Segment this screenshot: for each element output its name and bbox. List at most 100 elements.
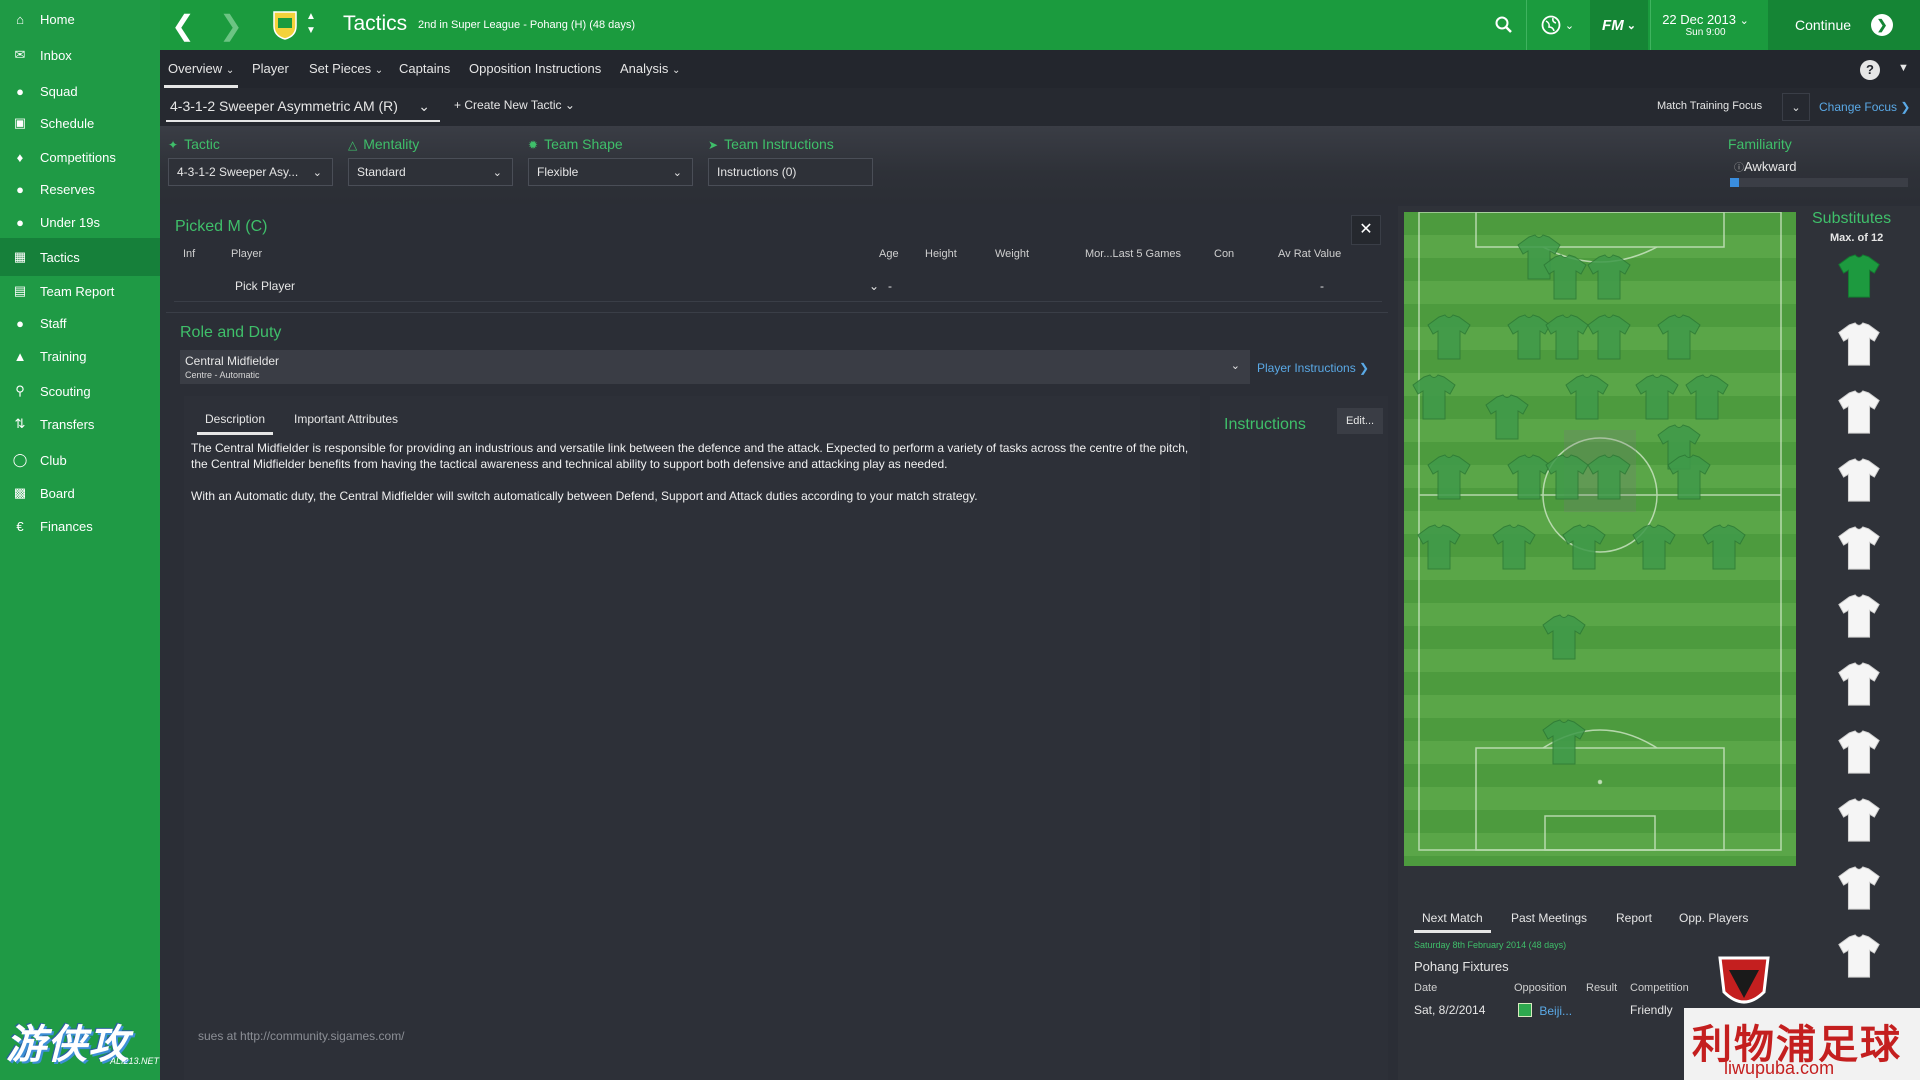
sidebar-item-transfers[interactable]: ⇅ Transfers <box>0 405 160 443</box>
column-header: Competition <box>1630 982 1689 994</box>
formation-position-shirt[interactable] <box>1654 312 1704 362</box>
search-icon[interactable] <box>1482 0 1526 50</box>
page-subtitle: 2nd in Super League - Pohang (H) (48 day… <box>418 19 636 31</box>
substitute-shirt[interactable] <box>1835 456 1883 504</box>
sidebar-item-label: Squad <box>40 83 78 99</box>
create-new-tactic-button[interactable]: + Create New Tactic ⌄ <box>454 98 575 112</box>
player-instructions-link[interactable]: Player Instructions ❯ <box>1257 361 1369 375</box>
formation-position-shirt[interactable] <box>1489 522 1539 572</box>
column-header[interactable]: Con <box>1214 248 1234 260</box>
formation-position-shirt[interactable] <box>1539 612 1589 662</box>
sidebar-item-under-19s[interactable]: ● Under 19s <box>0 203 160 241</box>
column-header[interactable]: Mor...Last 5 Games <box>1085 248 1181 260</box>
formation-position-shirt[interactable] <box>1409 372 1459 422</box>
substitute-shirt[interactable] <box>1835 592 1883 640</box>
team-instructions-button[interactable]: Instructions (0) <box>708 158 873 186</box>
sidebar-item-inbox[interactable]: ✉ Inbox <box>0 36 160 74</box>
help-icon[interactable]: ? <box>1860 60 1880 80</box>
goalkeeper-sub-shirt[interactable] <box>1835 252 1883 300</box>
team-shape-dropdown[interactable]: Flexible ⌄ <box>528 158 693 186</box>
formation-position-shirt[interactable] <box>1539 717 1589 767</box>
tactic-selector[interactable]: 4-3-1-2 Sweeper Asymmetric AM (R) ⌄ <box>166 92 440 122</box>
substitute-shirt[interactable] <box>1835 796 1883 844</box>
pick-player-dropdown[interactable]: Pick Player <box>235 279 295 293</box>
column-header[interactable]: Height <box>925 248 957 260</box>
tab-opposition-instructions[interactable]: Opposition Instructions <box>469 50 601 88</box>
chevron-down-icon[interactable]: ⌄ <box>869 279 879 293</box>
tactic-label: ✦ Tactic <box>168 136 220 152</box>
formation-position-shirt[interactable] <box>1424 452 1474 502</box>
substitute-shirt[interactable] <box>1835 524 1883 572</box>
tab-next-match[interactable]: Next Match <box>1414 911 1491 933</box>
world-menu-button[interactable]: ⌄ <box>1526 0 1588 50</box>
player-value: - <box>1320 279 1324 293</box>
sidebar-item-schedule[interactable]: ▣ Schedule <box>0 104 160 142</box>
continue-button[interactable]: Continue ❯ <box>1768 0 1920 50</box>
match-training-focus-label: Match Training Focus <box>1657 100 1763 112</box>
forward-button[interactable]: ❯ <box>208 0 254 50</box>
formation-position-shirt[interactable] <box>1424 312 1474 362</box>
substitute-shirt[interactable] <box>1835 320 1883 368</box>
close-button[interactable]: ✕ <box>1351 215 1381 245</box>
tactic-dropdown[interactable]: 4-3-1-2 Sweeper Asy... ⌄ <box>168 158 333 186</box>
formation-position-shirt[interactable] <box>1562 372 1612 422</box>
formation-position-shirt[interactable] <box>1699 522 1749 572</box>
formation-position-shirt[interactable] <box>1414 522 1464 572</box>
substitutes-max: Max. of 12 <box>1830 232 1884 244</box>
sidebar-item-home[interactable]: ⌂ Home <box>0 0 160 38</box>
tab-player[interactable]: Player <box>252 50 289 88</box>
sidebar-item-label: Finances <box>40 518 93 534</box>
tab-report[interactable]: Report <box>1616 911 1652 925</box>
column-header[interactable]: Av Rat Value <box>1278 248 1341 260</box>
fm-menu-button[interactable]: FM ⌄ <box>1590 0 1648 50</box>
formation-position-shirt[interactable] <box>1540 252 1590 302</box>
chevron-down-icon[interactable]: ▼ <box>1898 62 1909 74</box>
formation-position-shirt[interactable] <box>1584 312 1634 362</box>
role-duty-title: Role and Duty <box>180 324 282 341</box>
column-header: Result <box>1586 982 1618 994</box>
formation-position-shirt[interactable] <box>1664 452 1714 502</box>
substitute-shirt[interactable] <box>1835 728 1883 776</box>
substitute-shirt[interactable] <box>1835 388 1883 436</box>
column-header[interactable]: Weight <box>995 248 1029 260</box>
sidebar-item-finances[interactable]: € Finances <box>0 507 160 545</box>
formation-position-shirt[interactable] <box>1584 452 1634 502</box>
column-header[interactable]: Age <box>879 248 899 260</box>
training-focus-dropdown[interactable]: ⌄ <box>1782 93 1810 121</box>
pick-player-row[interactable]: Pick Player ⌄ - - <box>174 270 1382 302</box>
formation-position-shirt[interactable] <box>1632 372 1682 422</box>
tab-opp-players[interactable]: Opp. Players <box>1679 911 1748 925</box>
tab-set-pieces[interactable]: Set Pieces ⌄ <box>309 50 383 88</box>
column-header[interactable]: Inf <box>183 248 195 260</box>
chevron-down-icon: ⌄ <box>418 97 430 114</box>
edit-instructions-button[interactable]: Edit... <box>1337 408 1383 434</box>
date-display[interactable]: 22 Dec 2013 ⌄ Sun 9:00 <box>1650 0 1760 50</box>
chevron-down-icon: ⌄ <box>564 98 575 112</box>
chevron-down-icon: ⌄ <box>672 65 681 76</box>
back-button[interactable]: ❮ <box>160 0 206 50</box>
sidebar-item-tactics[interactable]: ▦ Tactics <box>0 238 160 276</box>
formation-position-shirt[interactable] <box>1629 522 1679 572</box>
tab-analysis[interactable]: Analysis ⌄ <box>620 50 680 88</box>
club-switch-icon[interactable]: ▲ ▼ <box>306 10 316 38</box>
mentality-dropdown[interactable]: Standard ⌄ <box>348 158 513 186</box>
tab-important-attributes[interactable]: Important Attributes <box>294 412 398 426</box>
pitch[interactable] <box>1404 212 1796 866</box>
sidebar-item-training[interactable]: ▲ Training <box>0 337 160 375</box>
tab-description[interactable]: Description <box>196 412 274 435</box>
formation-position-shirt[interactable] <box>1584 252 1634 302</box>
formation-position-shirt[interactable] <box>1559 522 1609 572</box>
tab-overview[interactable]: Overview ⌄ <box>163 50 239 88</box>
substitute-shirt[interactable] <box>1835 660 1883 708</box>
formation-position-shirt[interactable] <box>1482 392 1532 442</box>
substitute-shirt[interactable] <box>1835 932 1883 980</box>
fixture-opposition[interactable]: Beiji... <box>1518 1003 1572 1018</box>
tab-past-meetings[interactable]: Past Meetings <box>1511 911 1587 925</box>
column-header[interactable]: Player <box>231 248 262 260</box>
formation-position-shirt[interactable] <box>1682 372 1732 422</box>
role-dropdown[interactable]: Central Midfielder Centre - Automatic ⌄ <box>180 350 1250 384</box>
club-badge-icon[interactable] <box>272 10 298 40</box>
tab-captains[interactable]: Captains <box>399 50 450 88</box>
change-focus-link[interactable]: Change Focus ❯ <box>1819 100 1910 114</box>
substitute-shirt[interactable] <box>1835 864 1883 912</box>
